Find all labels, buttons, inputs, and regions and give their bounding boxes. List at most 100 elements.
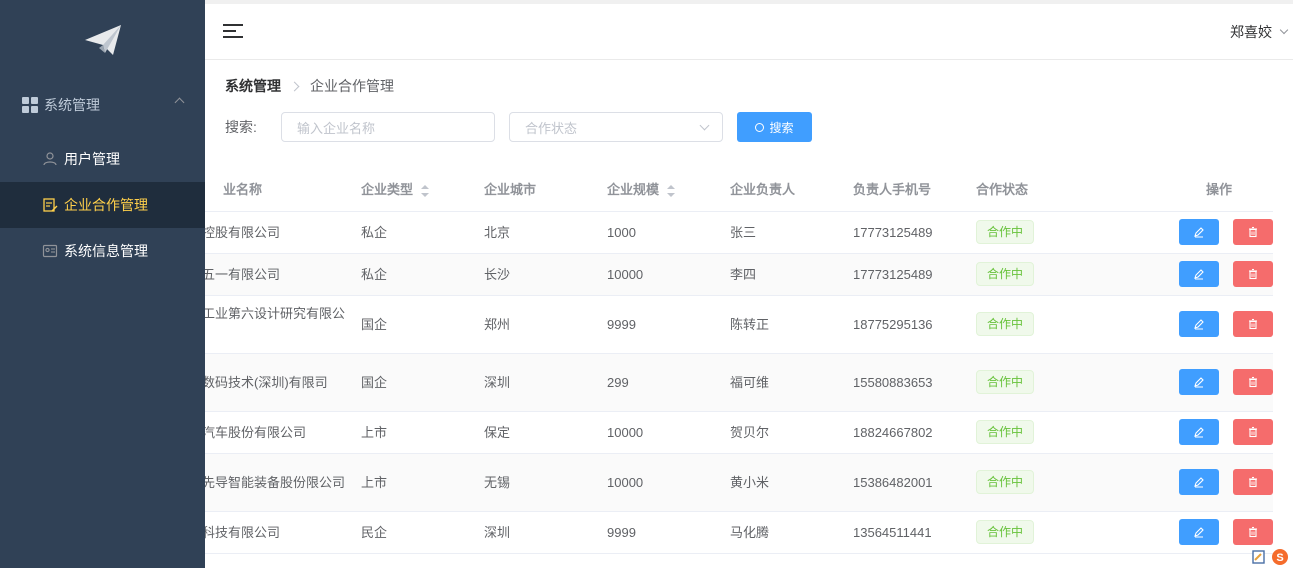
cell-enterprise-type: 国企 (347, 353, 470, 412)
status-tag: 合作中 (976, 520, 1035, 544)
cell-enterprise-city-text: 深圳 (484, 374, 511, 390)
table-row: 锡先导智能装备股份限公司上市 无锡 10000 黄小米 15386482001 合作中 (205, 453, 1273, 512)
edit-pencil-icon (1194, 477, 1204, 488)
cell-enterprise-name: 星数码技术(深圳)有限司 (205, 353, 347, 412)
chevron-down-icon (699, 120, 710, 131)
cell-enterprise-leader: 福可维 (716, 353, 839, 412)
cell-enterprise-leader: 张三 (716, 211, 839, 254)
cell-leader-phone-text: 18775295136 (853, 316, 933, 332)
search-bar: 搜索: 输入企业名称 合作状态 搜索 (225, 112, 812, 142)
edit-button[interactable] (1179, 519, 1219, 545)
sidebar-item-sysinfo[interactable]: 系统信息管理 (0, 228, 205, 274)
cell-enterprise-scale: 10000 (593, 253, 716, 296)
cell-actions (1085, 453, 1273, 512)
submenu: 用户管理 企业合作管理 系统信息管理 (0, 136, 205, 274)
edit-button[interactable] (1179, 261, 1219, 287)
col-header-type[interactable]: 企业类型 (347, 167, 470, 212)
delete-button[interactable] (1233, 469, 1273, 495)
row-actions (1099, 419, 1273, 445)
cell-leader-phone: 17773125489 (839, 211, 962, 254)
status-tag: 合作中 (976, 312, 1035, 336)
user-dropdown[interactable]: 郑喜姣 (1230, 22, 1289, 42)
delete-button[interactable] (1233, 311, 1273, 337)
sort-caret-icon[interactable] (667, 184, 676, 197)
cell-enterprise-name: 沙五一有限公司 (205, 253, 347, 296)
cell-actions (1085, 211, 1273, 254)
search-button[interactable]: 搜索 (737, 112, 812, 142)
edit-button[interactable] (1179, 419, 1219, 445)
delete-button[interactable] (1233, 219, 1273, 245)
cell-leader-phone-text: 15580883653 (853, 374, 933, 390)
cell-actions (1085, 411, 1273, 454)
col-header-scale[interactable]: 企业规模 (593, 167, 716, 212)
cell-status: 合作中 (962, 453, 1085, 512)
main-content: 系统管理 企业合作管理 搜索: 输入企业名称 合作状态 搜索 业名称 企业类型 … (205, 60, 1293, 568)
edit-pencil-icon (1194, 427, 1204, 438)
chevron-up-icon (174, 97, 185, 108)
cell-enterprise-type: 私企 (347, 253, 470, 296)
sort-caret-icon[interactable] (421, 184, 430, 197)
logo[interactable] (0, 0, 205, 80)
breadcrumb-root[interactable]: 系统管理 (225, 76, 281, 96)
status-select[interactable]: 合作状态 (509, 112, 723, 142)
cell-leader-phone-text: 17773125489 (853, 224, 933, 240)
status-select-placeholder: 合作状态 (525, 120, 578, 136)
cell-status: 合作中 (962, 353, 1085, 412)
cell-enterprise-leader: 贺贝尔 (716, 411, 839, 454)
cell-enterprise-scale-text: 299 (607, 374, 629, 390)
row-actions (1099, 311, 1273, 337)
cell-status: 合作中 (962, 511, 1085, 554)
sogou-s-icon[interactable]: S (1271, 548, 1289, 566)
cell-enterprise-type-text: 上市 (361, 474, 388, 490)
delete-button[interactable] (1233, 261, 1273, 287)
sidebar-item-label: 企业合作管理 (64, 197, 148, 213)
cell-enterprise-scale-text: 9999 (607, 316, 636, 332)
enterprise-table: 业名称 企业类型 企业城市 企业规模 企业负责人 负责人手机号 合作状态 操作 … (205, 167, 1273, 554)
sidebar-item-users[interactable]: 用户管理 (0, 136, 205, 182)
table-row: 京控股有限公司 私企 北京 1000 张三 17773125489 合作中 (205, 211, 1273, 254)
cell-enterprise-scale-text: 9999 (607, 524, 636, 540)
row-actions (1099, 469, 1273, 495)
cell-leader-phone: 15386482001 (839, 453, 962, 512)
cell-enterprise-city: 无锡 (470, 453, 593, 512)
delete-button[interactable] (1233, 369, 1273, 395)
menu-group-label: 系统管理 (44, 97, 100, 113)
sidebar-item-enterprise[interactable]: 企业合作管理 (0, 182, 205, 228)
delete-button[interactable] (1233, 419, 1273, 445)
cell-enterprise-city: 北京 (470, 211, 593, 254)
cell-leader-phone-text: 13564511441 (853, 524, 932, 540)
breadcrumb-current: 企业合作管理 (310, 78, 394, 94)
topbar: 郑喜姣 (205, 0, 1293, 60)
col-header-name: 业名称 (205, 167, 347, 212)
cell-enterprise-name-text: 京控股有限公司 (205, 224, 281, 240)
menu-group-system[interactable]: 系统管理 (0, 80, 205, 130)
cell-enterprise-type-text: 国企 (361, 316, 388, 332)
row-actions (1099, 219, 1273, 245)
menu-toggle-icon[interactable] (223, 24, 243, 40)
cell-enterprise-city: 保定 (470, 411, 593, 454)
edit-button[interactable] (1179, 469, 1219, 495)
edit-button[interactable] (1179, 219, 1219, 245)
trash-icon (1249, 426, 1257, 438)
cell-enterprise-scale: 1000 (593, 211, 716, 254)
cell-status: 合作中 (962, 411, 1085, 454)
doc-icon[interactable] (1251, 549, 1267, 565)
col-header-city: 企业城市 (470, 167, 593, 212)
user-name: 郑喜姣 (1230, 24, 1272, 40)
cell-enterprise-type-text: 民企 (361, 524, 388, 540)
cell-enterprise-type: 民企 (347, 511, 470, 554)
cell-enterprise-city: 长沙 (470, 253, 593, 296)
enterprise-name-input[interactable]: 输入企业名称 (281, 112, 495, 142)
edit-doc-icon (43, 198, 58, 212)
cell-enterprise-name-text: 械工业第六设计研究有限公司 (205, 306, 346, 321)
cell-enterprise-scale-text: 10000 (607, 266, 644, 282)
sidebar-item-label: 系统信息管理 (64, 243, 148, 259)
cell-enterprise-leader-text: 张三 (730, 224, 757, 240)
delete-button[interactable] (1233, 519, 1273, 545)
edit-button[interactable] (1179, 369, 1219, 395)
cell-enterprise-type: 国企 (347, 295, 470, 354)
edit-button[interactable] (1179, 311, 1219, 337)
cell-enterprise-city-text: 北京 (484, 224, 511, 240)
cell-enterprise-city-text: 郑州 (484, 316, 511, 332)
cell-enterprise-city-text: 长沙 (484, 266, 511, 282)
